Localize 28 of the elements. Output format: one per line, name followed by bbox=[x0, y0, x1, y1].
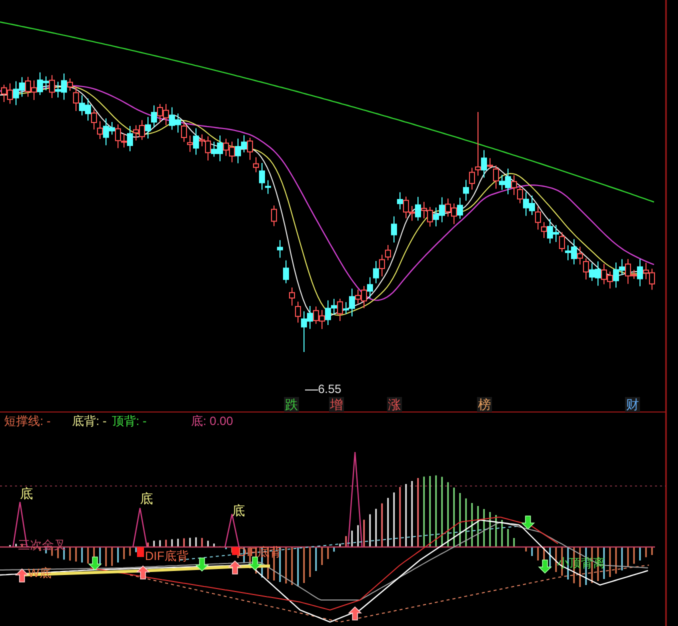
down-arrow-icon bbox=[88, 556, 102, 571]
up-arrow-icon bbox=[136, 565, 150, 580]
signal-label: 底 bbox=[140, 492, 153, 506]
signal-label: 底 bbox=[20, 487, 33, 501]
low-price-label: 6.55 bbox=[318, 382, 342, 396]
event-marker: 增 bbox=[329, 397, 344, 412]
up-arrow-icon bbox=[228, 560, 242, 574]
event-marker: 跌 bbox=[284, 397, 299, 412]
signal-label: 底 bbox=[232, 504, 245, 518]
down-arrow-icon bbox=[248, 556, 262, 571]
down-arrow-icon bbox=[521, 516, 535, 530]
indicator-value: 底: 0.00 bbox=[191, 414, 234, 428]
down-arrow-icon bbox=[538, 560, 552, 574]
signal-marker bbox=[137, 547, 144, 557]
indicator-value: 顶背: - bbox=[112, 414, 147, 428]
down-arrow-icon bbox=[195, 558, 209, 572]
event-marker: 财 bbox=[625, 397, 640, 412]
signal-label: W底 bbox=[28, 566, 52, 580]
indicator-value: 短撑线: - bbox=[4, 414, 51, 428]
candlestick bbox=[271, 205, 277, 227]
signal-marker bbox=[232, 547, 239, 555]
event-marker: 涨 bbox=[387, 397, 402, 412]
signal-label: DIF底背 bbox=[145, 549, 188, 563]
indicator-value: 底背: - bbox=[72, 414, 107, 428]
event-marker: 榜 bbox=[477, 397, 492, 412]
up-arrow-icon bbox=[348, 606, 362, 620]
up-arrow-icon bbox=[15, 568, 29, 582]
peak-spike-drawing bbox=[132, 507, 148, 548]
